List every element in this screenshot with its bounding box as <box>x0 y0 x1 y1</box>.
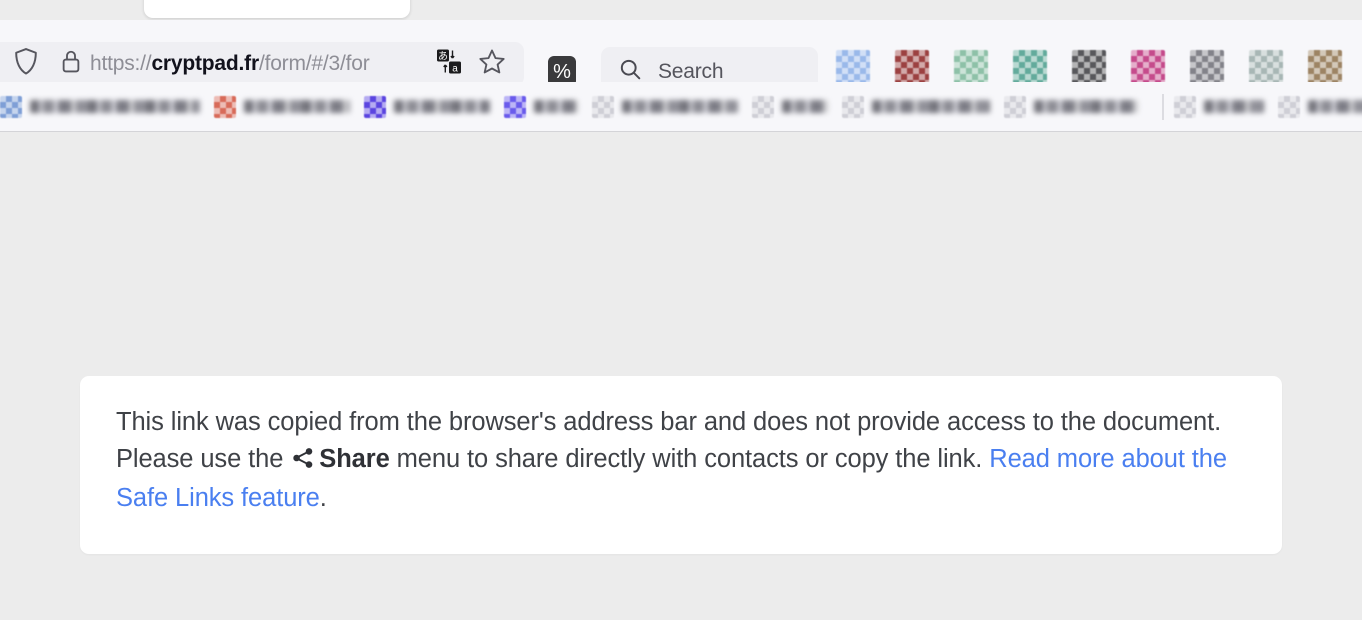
bookmark-5-label <box>622 100 738 113</box>
bookmark-8-label <box>1034 100 1138 113</box>
bookmark-7-favicon <box>842 95 864 118</box>
page-content: This link was copied from the browser's … <box>0 132 1362 620</box>
bookmark-5-favicon <box>592 95 614 118</box>
extension-icon-1[interactable] <box>836 50 870 84</box>
bookmark-7-label <box>872 100 990 113</box>
safe-links-notice-card: This link was copied from the browser's … <box>80 376 1282 554</box>
bookmark-10-favicon <box>1278 95 1300 118</box>
svg-text:a: a <box>452 64 458 75</box>
bookmark-separator-1 <box>1162 93 1164 120</box>
percent-label: % <box>553 60 571 83</box>
share-icon <box>292 443 314 480</box>
bookmark-10-label <box>1308 100 1362 113</box>
bookmark-3-label <box>394 100 490 113</box>
bookmark-1-label <box>30 100 200 113</box>
bookmark-9[interactable] <box>1174 95 1264 118</box>
share-label: Share <box>319 445 390 473</box>
extension-icon-9[interactable] <box>1308 50 1342 84</box>
bookmark-8[interactable] <box>1004 95 1138 118</box>
bookmark-8-favicon <box>1004 95 1026 118</box>
extension-icon-2[interactable] <box>895 50 929 84</box>
extension-icon-8[interactable] <box>1249 50 1283 84</box>
bookmark-9-favicon <box>1174 95 1196 118</box>
bookmark-6-favicon <box>752 95 774 118</box>
url-path: /form/#/3/for <box>258 52 370 75</box>
bookmark-2-favicon <box>214 95 236 118</box>
extensions-tray <box>836 50 1342 84</box>
address-bar[interactable]: https://cryptpad.fr/form/#/3/for あ a <box>0 42 524 86</box>
url-scheme: https:// <box>90 52 152 75</box>
bookmark-6[interactable] <box>752 95 828 118</box>
bookmark-5[interactable] <box>592 95 738 118</box>
navigation-toolbar: https://cryptpad.fr/form/#/3/for あ a % S… <box>0 20 1362 96</box>
bookmark-2[interactable] <box>214 95 350 118</box>
bookmark-3[interactable] <box>364 95 490 118</box>
notice-message: This link was copied from the browser's … <box>116 404 1246 517</box>
bookmark-4-label <box>534 100 578 113</box>
bookmark-1[interactable] <box>0 95 200 118</box>
bookmark-7[interactable] <box>842 95 990 118</box>
bookmark-1-favicon <box>0 95 22 118</box>
browser-window: https://cryptpad.fr/form/#/3/for あ a % S… <box>0 0 1362 620</box>
extension-icon-3[interactable] <box>954 50 988 84</box>
translate-icon[interactable]: あ a <box>436 49 462 80</box>
active-tab[interactable] <box>144 0 410 18</box>
bookmark-4-favicon <box>504 95 526 118</box>
extension-icon-6[interactable] <box>1131 50 1165 84</box>
extension-icon-4[interactable] <box>1013 50 1047 84</box>
tab-strip <box>0 0 1362 20</box>
bookmark-6-label <box>782 100 828 113</box>
notice-period: . <box>319 484 327 512</box>
search-input[interactable] <box>656 58 800 85</box>
bookmark-4[interactable] <box>504 95 578 118</box>
extension-icon-7[interactable] <box>1190 50 1224 84</box>
bookmarks-bar <box>0 82 1362 132</box>
bookmark-2-label <box>244 100 350 113</box>
url-host: cryptpad.fr <box>151 52 259 75</box>
svg-text:あ: あ <box>438 51 448 63</box>
extension-icon-5[interactable] <box>1072 50 1106 84</box>
bookmark-10[interactable] <box>1278 95 1362 118</box>
bookmark-star-icon[interactable] <box>478 48 506 81</box>
shield-icon[interactable] <box>12 47 40 82</box>
bookmark-9-label <box>1204 100 1264 113</box>
notice-text-part-2: menu to share directly with contacts or … <box>389 445 990 473</box>
bookmark-3-favicon <box>364 95 386 118</box>
url-text[interactable]: https://cryptpad.fr/form/#/3/for <box>90 52 420 76</box>
lock-icon[interactable] <box>60 49 82 80</box>
